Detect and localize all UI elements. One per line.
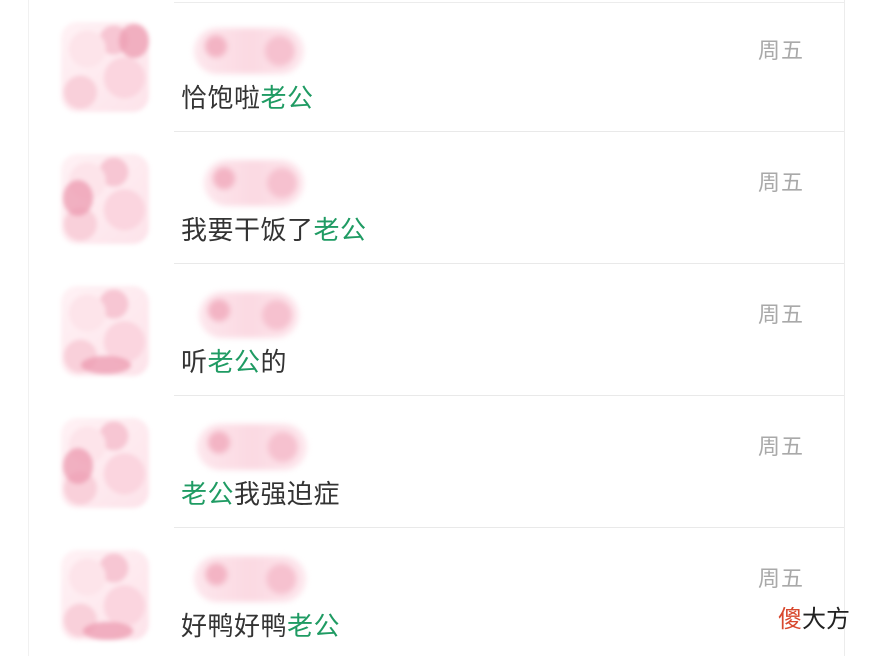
message-time: 周五 <box>757 435 804 460</box>
avatar-decoration <box>83 622 133 640</box>
conversation-item[interactable]: 周五 听老公的 <box>29 264 844 396</box>
avatar-decoration <box>63 180 93 216</box>
contact-name-blurred <box>204 160 304 206</box>
message-text: 恰饱啦 <box>181 84 261 114</box>
message-time: 周五 <box>757 567 804 592</box>
highlighted-keyword: 老公 <box>313 216 367 246</box>
chat-search-results-page: 周五 恰饱啦老公 周五 我要干饭了老公 周五 听老公的 周五 老公我强迫症 周五… <box>0 0 870 656</box>
divider <box>174 2 844 3</box>
avatar-decoration <box>63 448 93 484</box>
message-text: 的 <box>260 348 288 378</box>
contact-name-blurred <box>197 424 307 470</box>
avatar[interactable] <box>61 418 149 508</box>
watermark: 傻大方 <box>778 599 850 634</box>
message-text: 我强迫症 <box>234 480 341 510</box>
conversation-item[interactable]: 周五 老公我强迫症 <box>29 396 844 528</box>
message-time: 周五 <box>757 39 804 64</box>
conversation-item[interactable]: 周五 好鸭好鸭老公 <box>29 528 844 656</box>
message-text: 好鸭好鸭 <box>181 612 288 642</box>
avatar[interactable] <box>61 286 149 376</box>
contact-name-blurred <box>199 292 299 338</box>
avatar[interactable] <box>61 550 149 640</box>
conversation-item[interactable]: 周五 我要干饭了老公 <box>29 132 844 264</box>
message-preview: 我要干饭了老公 <box>181 210 367 247</box>
avatar[interactable] <box>61 22 149 112</box>
message-text: 听 <box>181 348 208 378</box>
avatar[interactable] <box>61 154 149 244</box>
highlighted-keyword: 老公 <box>260 84 314 114</box>
highlighted-keyword: 老公 <box>207 348 261 378</box>
message-preview: 听老公的 <box>181 342 287 379</box>
conversation-list: 周五 恰饱啦老公 周五 我要干饭了老公 周五 听老公的 周五 老公我强迫症 周五… <box>28 0 845 656</box>
watermark-text: 大方 <box>802 605 850 633</box>
message-preview: 老公我强迫症 <box>181 474 340 511</box>
message-time: 周五 <box>757 171 804 196</box>
highlighted-keyword: 老公 <box>287 612 341 642</box>
message-preview: 恰饱啦老公 <box>181 78 314 115</box>
highlighted-keyword: 老公 <box>181 480 235 510</box>
contact-name-blurred <box>194 28 304 74</box>
avatar-decoration <box>119 24 149 58</box>
watermark-red-text: 傻 <box>778 605 802 633</box>
message-time: 周五 <box>757 303 804 328</box>
conversation-item[interactable]: 周五 恰饱啦老公 <box>29 0 844 132</box>
message-preview: 好鸭好鸭老公 <box>181 606 340 643</box>
message-text: 我要干饭了 <box>181 216 314 246</box>
avatar-decoration <box>81 356 131 374</box>
contact-name-blurred <box>194 556 306 602</box>
